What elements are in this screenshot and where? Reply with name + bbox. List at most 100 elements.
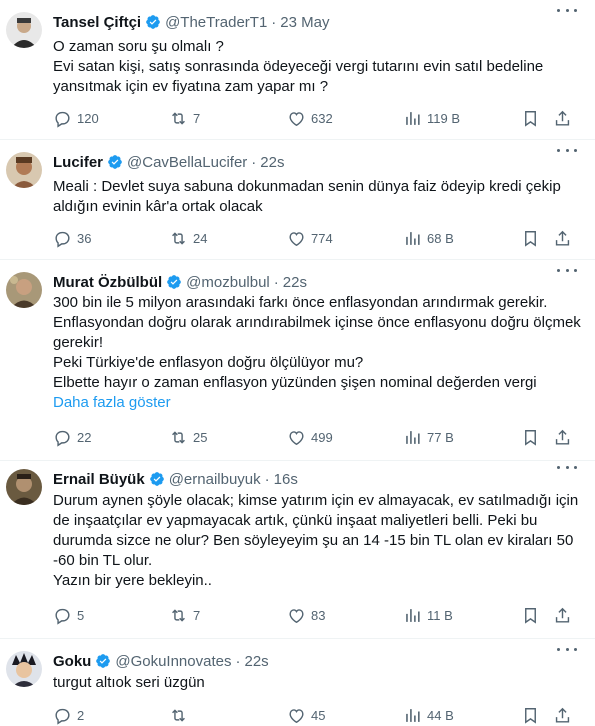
bookmark-icon bbox=[525, 110, 536, 127]
retweet-button[interactable]: 24 bbox=[169, 228, 207, 248]
reply-icon bbox=[55, 111, 70, 128]
views-button[interactable]: 77 B bbox=[403, 427, 454, 447]
share-icon bbox=[555, 429, 570, 445]
bookmark-button[interactable] bbox=[521, 605, 545, 625]
reply-button[interactable]: 120 bbox=[53, 108, 99, 128]
tweet[interactable]: Ernail Büyük @ernailbuyuk · 16s Durum ay… bbox=[0, 461, 595, 639]
views-button[interactable]: 119 B bbox=[403, 108, 460, 128]
reply-count: 5 bbox=[77, 607, 85, 623]
reply-count: 2 bbox=[77, 707, 85, 723]
reply-icon bbox=[55, 231, 70, 248]
more-icon[interactable] bbox=[557, 142, 577, 158]
author-handle[interactable]: @mozbulbul bbox=[186, 274, 270, 291]
separator-dot: · bbox=[273, 273, 279, 291]
like-button[interactable]: 45 bbox=[287, 705, 325, 725]
views-button[interactable]: 68 B bbox=[403, 228, 454, 248]
bookmark-icon bbox=[525, 607, 536, 624]
like-button[interactable]: 632 bbox=[287, 108, 333, 128]
author-name[interactable]: Lucifer bbox=[53, 154, 103, 171]
timestamp[interactable]: 22s bbox=[244, 653, 268, 670]
bookmark-button[interactable] bbox=[521, 108, 545, 128]
timestamp[interactable]: 16s bbox=[274, 471, 298, 488]
like-count: 632 bbox=[311, 110, 333, 126]
retweet-count: 7 bbox=[193, 607, 201, 623]
tweet[interactable]: Tansel Çiftçi @TheTraderT1 · 23 May O za… bbox=[0, 0, 595, 140]
tweet-text-content: 300 bin ile 5 milyon arasındaki farkı ön… bbox=[53, 294, 581, 391]
avatar[interactable] bbox=[6, 651, 42, 687]
tweet-text-content: Meali : Devlet suya sabuna dokunmadan se… bbox=[53, 178, 561, 215]
bookmark-button[interactable] bbox=[521, 705, 545, 725]
reply-count: 22 bbox=[77, 429, 92, 445]
like-button[interactable]: 83 bbox=[287, 605, 325, 625]
like-icon bbox=[289, 608, 304, 623]
author-handle[interactable]: @CavBellaLucifer bbox=[127, 154, 247, 171]
views-button[interactable]: 44 B bbox=[403, 705, 454, 725]
tweet-text: O zaman soru şu olmalı ? Evi satan kişi,… bbox=[53, 37, 583, 97]
tweet[interactable]: Lucifer @CavBellaLucifer · 22s Meali : D… bbox=[0, 140, 595, 260]
share-button[interactable] bbox=[553, 228, 577, 248]
bookmark-icon bbox=[525, 230, 536, 247]
reply-button[interactable]: 36 bbox=[53, 228, 91, 248]
bookmark-button[interactable] bbox=[521, 427, 545, 447]
view-count: 119 B bbox=[427, 110, 461, 126]
show-more-link[interactable]: Daha fazla göster bbox=[53, 394, 171, 411]
reply-button[interactable]: 2 bbox=[53, 705, 84, 725]
retweet-button[interactable]: 7 bbox=[169, 605, 200, 625]
reply-icon bbox=[55, 608, 70, 625]
reply-button[interactable]: 22 bbox=[53, 427, 91, 447]
share-button[interactable] bbox=[553, 427, 577, 447]
share-button[interactable] bbox=[553, 705, 577, 725]
share-button[interactable] bbox=[553, 605, 577, 625]
author-name[interactable]: Tansel Çiftçi bbox=[53, 14, 141, 31]
share-icon bbox=[555, 607, 570, 623]
tweet-text: Meali : Devlet suya sabuna dokunmadan se… bbox=[53, 177, 583, 217]
author-handle[interactable]: @ernailbuyuk bbox=[169, 471, 261, 488]
retweet-icon bbox=[172, 430, 185, 444]
views-button[interactable]: 11 B bbox=[403, 605, 453, 625]
timestamp[interactable]: 22s bbox=[260, 154, 284, 171]
share-icon bbox=[555, 230, 570, 246]
author-name[interactable]: Ernail Büyük bbox=[53, 471, 145, 488]
reply-count: 120 bbox=[77, 110, 99, 126]
avatar[interactable] bbox=[6, 152, 42, 188]
author-name[interactable]: Murat Özbülbül bbox=[53, 274, 162, 291]
like-count: 83 bbox=[311, 607, 326, 623]
avatar[interactable] bbox=[6, 12, 42, 48]
views-icon bbox=[406, 231, 420, 245]
retweet-count: 24 bbox=[193, 230, 208, 246]
bookmark-button[interactable] bbox=[521, 228, 545, 248]
like-button[interactable]: 499 bbox=[287, 427, 333, 447]
reply-button[interactable]: 5 bbox=[53, 605, 84, 625]
tweet[interactable]: Goku @GokuInnovates · 22s turgut altıok … bbox=[0, 639, 595, 726]
tweet[interactable]: Murat Özbülbül @mozbulbul · 22s 300 bin … bbox=[0, 260, 595, 461]
reply-icon bbox=[55, 708, 70, 725]
more-icon[interactable] bbox=[557, 2, 577, 18]
author-handle[interactable]: @GokuInnovates bbox=[115, 653, 231, 670]
more-icon[interactable] bbox=[557, 641, 577, 657]
more-icon[interactable] bbox=[557, 262, 577, 278]
verified-badge-icon bbox=[107, 154, 123, 170]
views-icon bbox=[406, 708, 420, 722]
tweet-text-content: turgut altıok seri üzgün bbox=[53, 674, 205, 691]
like-button[interactable]: 774 bbox=[287, 228, 333, 248]
timestamp[interactable]: 23 May bbox=[280, 14, 329, 31]
more-icon[interactable] bbox=[557, 459, 577, 475]
tweet-actions: 22 25 499 77 B bbox=[53, 427, 578, 447]
verified-badge-icon bbox=[149, 471, 165, 487]
retweet-button[interactable] bbox=[169, 705, 193, 725]
author-handle[interactable]: @TheTraderT1 bbox=[165, 14, 267, 31]
retweet-button[interactable]: 25 bbox=[169, 427, 207, 447]
retweet-button[interactable]: 7 bbox=[169, 108, 200, 128]
tweet-text: turgut altıok seri üzgün bbox=[53, 673, 583, 693]
like-count: 45 bbox=[311, 707, 326, 723]
timestamp[interactable]: 22s bbox=[283, 274, 307, 291]
view-count: 11 B bbox=[427, 607, 453, 623]
avatar[interactable] bbox=[6, 272, 42, 308]
share-button[interactable] bbox=[553, 108, 577, 128]
retweet-icon bbox=[172, 708, 185, 722]
like-icon bbox=[289, 231, 304, 246]
avatar[interactable] bbox=[6, 469, 42, 505]
author-name[interactable]: Goku bbox=[53, 653, 91, 670]
bookmark-icon bbox=[525, 707, 536, 724]
share-icon bbox=[555, 110, 570, 126]
